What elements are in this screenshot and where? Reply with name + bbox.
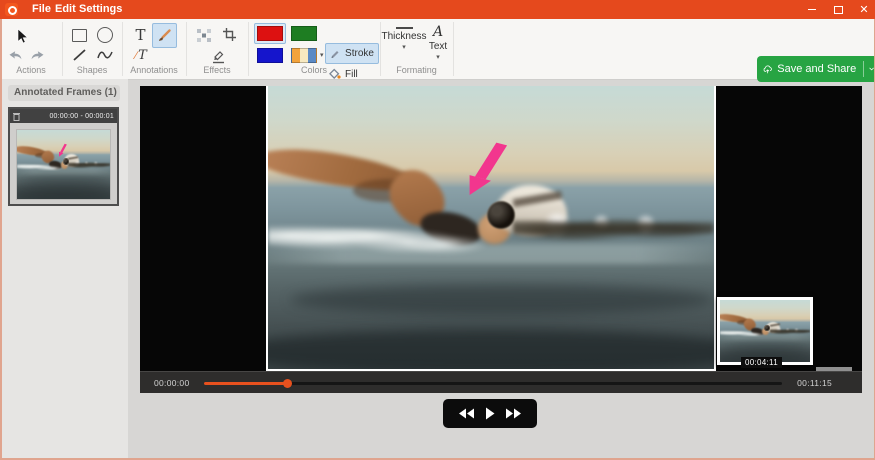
pink-arrow-annotation: [17, 130, 110, 199]
rectangle-icon: [72, 29, 87, 42]
arrow-brush-tool[interactable]: [152, 23, 177, 48]
frame-thumbnail-image: [17, 130, 110, 199]
cloud-upload-icon: [763, 62, 772, 77]
custom-swatch-fill: [291, 48, 317, 63]
arrow-text-tool[interactable]: ∕T: [128, 46, 154, 65]
maximize-button[interactable]: [826, 0, 850, 19]
seek-preview-image: [720, 300, 810, 362]
pixelate-tool[interactable]: [193, 25, 215, 45]
menu-settings[interactable]: Settings: [73, 0, 128, 19]
rewind-button[interactable]: [458, 408, 474, 419]
save-and-share-button[interactable]: Save and Share: [757, 56, 875, 82]
playback-controls: [443, 399, 537, 428]
save-button-divider: [863, 61, 864, 77]
color-swatch-blue[interactable]: [254, 45, 286, 66]
cursor-icon: [14, 28, 30, 44]
ellipse-tool[interactable]: [94, 24, 116, 45]
play-icon: [485, 407, 495, 420]
color-swatch-custom[interactable]: [288, 45, 320, 66]
crop-icon: [222, 27, 237, 42]
fast-forward-button[interactable]: [506, 408, 522, 419]
redo-button[interactable]: [26, 46, 48, 63]
thickness-line-icon: [396, 27, 413, 29]
video-image: [268, 86, 714, 369]
text-format-control[interactable]: A Text ▾: [424, 23, 452, 61]
color-swatch-red[interactable]: [254, 23, 286, 44]
text-tool[interactable]: T: [130, 24, 151, 47]
pixelate-icon: [196, 28, 212, 43]
annotated-frames-panel: Annotated Frames (1) 00:00:00 - 00:00:01: [2, 79, 128, 458]
green-swatch-fill: [291, 26, 317, 41]
app-logo-icon: [5, 3, 18, 16]
video-editor-window: File Edit Settings ✕ Actions: [0, 0, 875, 460]
water-chop: [770, 327, 811, 334]
select-cursor-tool[interactable]: [10, 24, 34, 48]
text-format-caret-icon: ▾: [436, 54, 440, 61]
thickness-caret-icon: ▾: [402, 44, 406, 51]
stroke-pen-icon: [330, 48, 341, 59]
video-frame[interactable]: [266, 86, 716, 371]
water-swell: [725, 343, 811, 350]
red-swatch-fill: [257, 26, 283, 41]
blue-swatch-fill: [257, 48, 283, 63]
timeline-total-time: 00:11:15: [797, 372, 832, 394]
delete-frame-icon[interactable]: [13, 112, 20, 121]
stroke-button[interactable]: Stroke: [325, 43, 379, 64]
brush-icon: [157, 28, 172, 43]
ellipse-icon: [97, 27, 113, 43]
highlighter-tool[interactable]: [207, 45, 230, 66]
toolbar-separator: [453, 22, 454, 76]
curve-tool[interactable]: [93, 46, 117, 64]
group-label-actions: Actions: [0, 64, 62, 76]
thickness-control[interactable]: Thickness ▾: [383, 23, 425, 51]
arrow-text-slash: ∕: [135, 50, 137, 62]
text-tool-glyph: T: [135, 28, 145, 43]
rectangle-tool[interactable]: [68, 25, 90, 45]
timeline-bar: 00:00:00 00:11:15: [140, 371, 862, 393]
rewind-icon: [458, 408, 474, 419]
group-label-formatting: Formating: [380, 64, 453, 76]
stroke-label: Stroke: [345, 48, 374, 59]
arrow-text-glyph: T: [138, 48, 147, 63]
seek-preview-thumbnail: [717, 297, 813, 365]
fast-forward-icon: [506, 408, 522, 419]
video-player-area: 00:04:11: [140, 86, 862, 371]
window-border-left: [0, 19, 2, 458]
annotated-frames-header: Annotated Frames (1): [8, 85, 120, 101]
titlebar: File Edit Settings ✕: [0, 0, 875, 19]
curve-icon: [97, 48, 114, 62]
group-label-annotations: Annotations: [122, 64, 186, 76]
group-label-effects: Effects: [186, 64, 248, 76]
timeline-progress-fill: [204, 382, 288, 385]
custom-color-caret-icon[interactable]: ▾: [320, 52, 324, 59]
minimize-button[interactable]: [800, 0, 824, 19]
timeline-current-time: 00:00:00: [154, 372, 190, 394]
line-icon: [72, 48, 87, 62]
undo-button[interactable]: [4, 46, 26, 63]
save-and-share-label: Save and Share: [777, 63, 856, 75]
toolbar: Actions Shapes T: [0, 19, 875, 80]
redo-arrow-icon: [30, 49, 45, 61]
text-format-icon: A: [433, 25, 443, 39]
thickness-label: Thickness: [382, 31, 427, 42]
seek-preview-timestamp: 00:04:11: [741, 357, 782, 368]
annotated-frame-card[interactable]: 00:00:00 - 00:00:01: [8, 107, 119, 206]
group-label-shapes: Shapes: [62, 64, 122, 76]
undo-arrow-icon: [8, 49, 23, 61]
frame-card-header: 00:00:00 - 00:00:01: [10, 109, 117, 123]
timeline-handle[interactable]: [283, 379, 292, 388]
play-button[interactable]: [485, 407, 495, 420]
color-swatch-green[interactable]: [288, 23, 320, 44]
close-button[interactable]: ✕: [852, 0, 875, 19]
frame-time-range: 00:00:00 - 00:00:01: [49, 113, 114, 120]
text-format-label: Text: [429, 41, 447, 52]
highlighter-icon: [211, 48, 226, 64]
line-tool[interactable]: [68, 46, 90, 64]
timeline-track[interactable]: [204, 382, 782, 385]
pink-arrow-annotation: [268, 86, 714, 369]
group-label-colors: Colors: [248, 64, 380, 76]
frame-thumbnail[interactable]: [16, 129, 111, 200]
crop-tool[interactable]: [218, 24, 240, 45]
